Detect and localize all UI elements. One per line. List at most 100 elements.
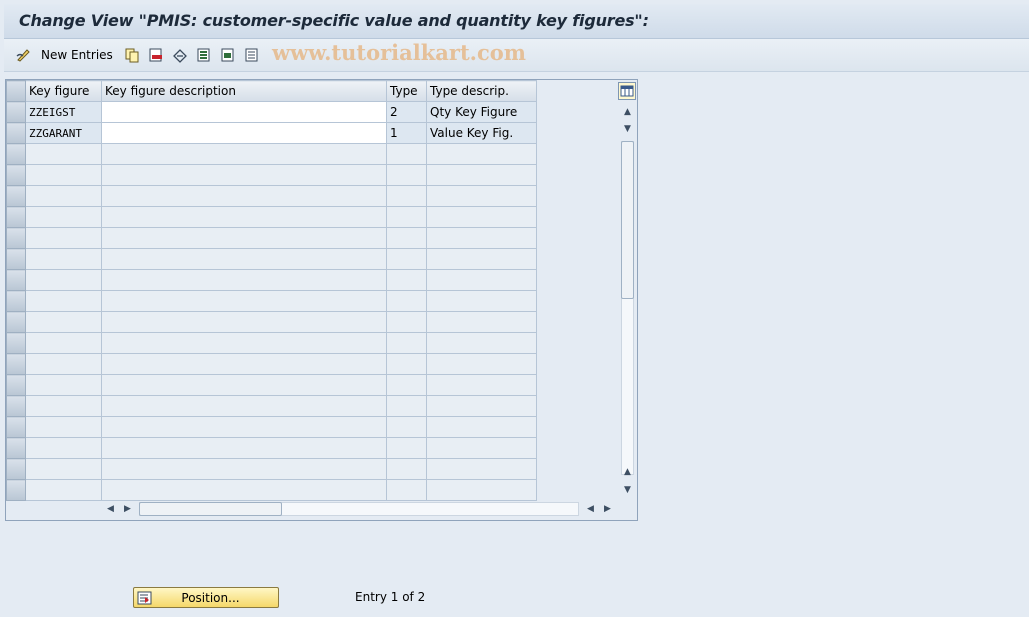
row-selector[interactable] <box>6 479 26 501</box>
horizontal-scrollbar[interactable]: ◀ ▶ ◀ ▶ <box>102 500 632 517</box>
description-cell <box>101 206 387 228</box>
description-cell <box>101 374 387 396</box>
table-row <box>6 374 537 396</box>
type-descr-cell <box>426 311 537 333</box>
select-all-button[interactable] <box>196 46 212 64</box>
table-row <box>6 206 537 228</box>
key-figure-cell: ZZEIGST <box>25 101 102 123</box>
description-cell <box>101 143 387 165</box>
row-selector[interactable] <box>6 290 26 312</box>
key-figure-cell <box>25 353 102 375</box>
description-cell <box>101 458 387 480</box>
key-figure-cell: ZZGARANT <box>25 122 102 144</box>
table-row <box>6 458 537 480</box>
description-cell <box>101 332 387 354</box>
key-figure-cell <box>25 458 102 480</box>
scroll-far-right-arrow-icon[interactable]: ▶ <box>601 502 614 515</box>
description-input[interactable] <box>101 101 387 123</box>
description-cell <box>101 416 387 438</box>
description-cell <box>101 395 387 417</box>
row-selector[interactable] <box>6 248 26 270</box>
column-header-type-descr[interactable]: Type descrip. <box>426 80 537 102</box>
horizontal-scroll-thumb[interactable] <box>139 502 282 516</box>
key-figure-cell <box>25 332 102 354</box>
type-descr-cell <box>426 479 537 501</box>
column-header-description[interactable]: Key figure description <box>101 80 387 102</box>
select-all-column-header[interactable] <box>6 80 26 102</box>
row-selector[interactable] <box>6 458 26 480</box>
row-selector[interactable] <box>6 332 26 354</box>
scroll-left-arrow-icon[interactable]: ◀ <box>104 502 117 515</box>
pencil-glasses-icon <box>15 47 31 63</box>
table-row <box>6 311 537 333</box>
key-figure-cell <box>25 185 102 207</box>
row-selector[interactable] <box>6 311 26 333</box>
type-descr-cell <box>426 143 537 165</box>
column-header-type[interactable]: Type <box>386 80 427 102</box>
type-cell <box>386 416 427 438</box>
scroll-page-up-arrow-icon[interactable]: ▲ <box>621 465 634 478</box>
row-selector[interactable] <box>6 206 26 228</box>
scroll-up-arrow-icon[interactable]: ▲ <box>621 105 634 118</box>
description-cell <box>101 164 387 186</box>
type-cell <box>386 395 427 417</box>
type-cell <box>386 353 427 375</box>
deselect-all-button[interactable] <box>244 46 260 64</box>
type-cell <box>386 185 427 207</box>
type-cell <box>386 437 427 459</box>
row-selector[interactable] <box>6 374 26 396</box>
row-selector[interactable] <box>6 143 26 165</box>
delete-button[interactable] <box>148 46 164 64</box>
row-selector[interactable] <box>6 416 26 438</box>
row-selector[interactable] <box>6 122 26 144</box>
description-cell <box>101 227 387 249</box>
row-selector[interactable] <box>6 353 26 375</box>
type-descr-cell: Qty Key Figure <box>426 101 537 123</box>
row-selector[interactable] <box>6 164 26 186</box>
type-descr-cell <box>426 185 537 207</box>
key-figure-cell <box>25 416 102 438</box>
table-row: ZZGARANT 1 Value Key Fig. <box>6 122 537 144</box>
table-row <box>6 227 537 249</box>
scroll-down-arrow-icon[interactable]: ▼ <box>621 122 634 135</box>
table-settings-icon <box>620 85 634 97</box>
copy-button[interactable] <box>124 46 140 64</box>
vertical-scroll-thumb[interactable] <box>621 141 634 299</box>
delete-icon <box>148 47 164 63</box>
new-entries-button[interactable]: New Entries <box>15 46 113 64</box>
description-input[interactable] <box>101 122 387 144</box>
scroll-far-left-arrow-icon[interactable]: ◀ <box>584 502 597 515</box>
key-figure-cell <box>25 437 102 459</box>
type-cell <box>386 248 427 270</box>
entry-count: Entry 1 of 2 <box>355 590 426 604</box>
table-row <box>6 416 537 438</box>
table-row <box>6 353 537 375</box>
select-block-button[interactable] <box>220 46 236 64</box>
key-figure-cell <box>25 311 102 333</box>
position-button[interactable]: Position... <box>133 587 279 608</box>
row-selector[interactable] <box>6 227 26 249</box>
column-header-key-figure[interactable]: Key figure <box>25 80 102 102</box>
key-figure-cell <box>25 206 102 228</box>
row-selector[interactable] <box>6 185 26 207</box>
page-title: Change View "PMIS: customer-specific val… <box>19 11 649 30</box>
description-cell <box>101 311 387 333</box>
row-selector[interactable] <box>6 437 26 459</box>
row-selector[interactable] <box>6 395 26 417</box>
table-row <box>6 290 537 312</box>
row-selector[interactable] <box>6 269 26 291</box>
vertical-scrollbar[interactable]: ▲ ▼ ▲ ▼ <box>619 103 636 498</box>
type-cell <box>386 164 427 186</box>
scroll-right-arrow-icon[interactable]: ▶ <box>121 502 134 515</box>
type-descr-cell <box>426 416 537 438</box>
type-cell: 2 <box>386 101 427 123</box>
description-cell <box>101 479 387 501</box>
key-figure-cell <box>25 143 102 165</box>
type-descr-cell <box>426 353 537 375</box>
type-descr-cell: Value Key Fig. <box>426 122 537 144</box>
key-figure-cell <box>25 164 102 186</box>
table-settings-button[interactable] <box>618 82 636 100</box>
scroll-page-down-arrow-icon[interactable]: ▼ <box>621 483 634 496</box>
undo-button[interactable] <box>172 46 188 64</box>
row-selector[interactable] <box>6 101 26 123</box>
